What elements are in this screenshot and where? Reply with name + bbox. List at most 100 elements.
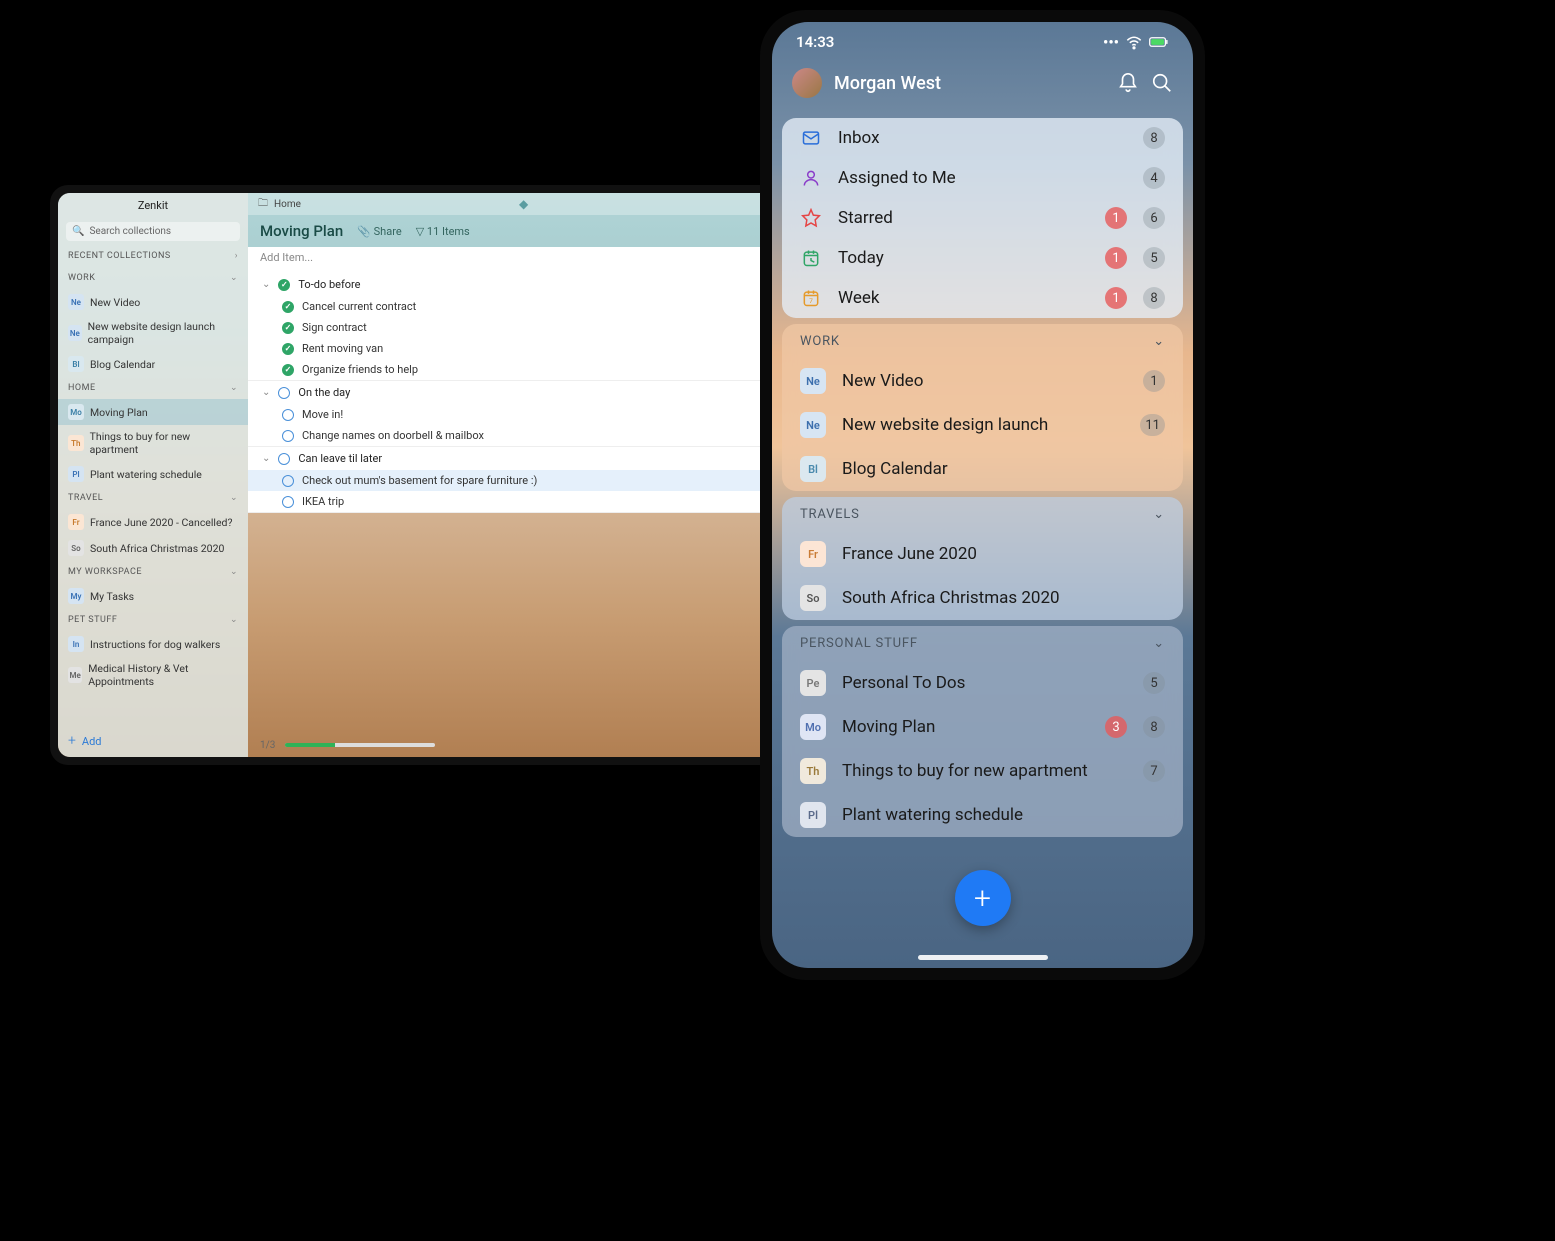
- search-icon[interactable]: [1151, 72, 1173, 94]
- wifi-icon: [1124, 32, 1144, 52]
- sidebar-item-label: New website design launch campaign: [88, 320, 238, 346]
- overdue-badge: 1: [1105, 207, 1127, 229]
- folder-icon: 🗀: [258, 196, 268, 213]
- phone-frame: 14:33 ••• Morgan West Inbox 8 Assigned t…: [760, 10, 1205, 980]
- overdue-badge: 1: [1105, 247, 1127, 269]
- list-item[interactable]: PlPlant watering schedule: [782, 793, 1183, 837]
- sidebar-item-label: Things to buy for new apartment: [90, 430, 238, 456]
- list-label: Blog Calendar: [842, 459, 1165, 479]
- sidebar-item-label: Medical History & Vet Appointments: [88, 662, 238, 688]
- avatar[interactable]: [792, 68, 822, 98]
- task-label: Change names on doorbell & mailbox: [302, 429, 484, 442]
- list-label: South Africa Christmas 2020: [842, 588, 1165, 608]
- section-work[interactable]: WORK⌄: [58, 267, 248, 289]
- collection-badge: Th: [68, 435, 84, 451]
- list-week[interactable]: 7 Week 1 8: [782, 278, 1183, 318]
- sidebar-item[interactable]: MeMedical History & Vet Appointments: [58, 657, 248, 693]
- section-pet[interactable]: PET STUFF⌄: [58, 609, 248, 631]
- work-section: WORK⌄ NeNew Video1 NeNew website design …: [782, 324, 1183, 491]
- sidebar-item-label: Moving Plan: [90, 406, 148, 419]
- checkbox-icon[interactable]: [278, 453, 290, 465]
- checkbox-done-icon[interactable]: [282, 343, 294, 355]
- collection-badge: Ne: [800, 368, 826, 394]
- search-input[interactable]: 🔍 Search collections: [66, 222, 240, 241]
- sidebar-item[interactable]: PlPlant watering schedule: [58, 461, 248, 487]
- sidebar-item[interactable]: Th Things to buy for new apartment: [58, 425, 248, 461]
- list-today[interactable]: Today 1 5: [782, 238, 1183, 278]
- list-item[interactable]: So South Africa Christmas 2020: [782, 576, 1183, 620]
- checkbox-done-icon[interactable]: [278, 279, 290, 291]
- section-recent[interactable]: RECENT COLLECTIONS›: [58, 245, 248, 267]
- collection-badge: Pl: [800, 802, 826, 828]
- sidebar-item[interactable]: Ne New website design launch campaign: [58, 315, 248, 351]
- collection-badge: Th: [800, 758, 826, 784]
- list-label: Assigned to Me: [838, 168, 1127, 188]
- mobile-app: 14:33 ••• Morgan West Inbox 8 Assigned t…: [772, 22, 1193, 968]
- section-home[interactable]: HOME⌄: [58, 377, 248, 399]
- add-collection-button[interactable]: +Add: [58, 725, 248, 757]
- search-icon: 🔍: [72, 226, 84, 237]
- section-travel[interactable]: TRAVEL⌄: [58, 487, 248, 509]
- filter-button[interactable]: ▽ 11 Items: [416, 225, 470, 238]
- collection-badge: So: [800, 585, 826, 611]
- task-label: Cancel current contract: [302, 300, 416, 313]
- collection-badge: In: [68, 636, 84, 652]
- count-badge: 8: [1143, 127, 1165, 149]
- task-label: Sign contract: [302, 321, 367, 334]
- section-header-travels[interactable]: TRAVELS⌄: [782, 497, 1183, 532]
- travels-section: TRAVELS⌄ FrFrance June 2020 So South Afri…: [782, 497, 1183, 620]
- checkbox-icon[interactable]: [282, 475, 294, 487]
- list-item[interactable]: FrFrance June 2020: [782, 532, 1183, 576]
- task-label: Organize friends to help: [302, 363, 418, 376]
- checkbox-icon[interactable]: [278, 387, 290, 399]
- list-inbox[interactable]: Inbox 8: [782, 118, 1183, 158]
- sidebar-item[interactable]: BlBlog Calendar: [58, 351, 248, 377]
- checkbox-icon[interactable]: [282, 409, 294, 421]
- sidebar-item-label: New Video: [90, 296, 140, 309]
- task-label: Move in!: [302, 408, 343, 421]
- list-item[interactable]: PePersonal To Dos5: [782, 661, 1183, 705]
- breadcrumb[interactable]: Home: [274, 199, 301, 210]
- calendar-week-icon: 7: [800, 287, 822, 309]
- list-label: Week: [838, 288, 1089, 308]
- count-badge: 8: [1143, 716, 1165, 738]
- task-label: IKEA trip: [302, 495, 344, 508]
- sidebar-item-label: France June 2020 - Cancelled?: [90, 516, 232, 529]
- sidebar-item[interactable]: MyMy Tasks: [58, 583, 248, 609]
- bell-icon[interactable]: [1117, 72, 1139, 94]
- status-bar: 14:33 •••: [772, 22, 1193, 62]
- checkbox-done-icon[interactable]: [282, 301, 294, 313]
- share-button[interactable]: 📎 Share: [357, 225, 401, 238]
- chevron-down-icon: ⌄: [1153, 507, 1165, 522]
- task-label: Check out mum's basement for spare furni…: [302, 474, 537, 487]
- sidebar-item[interactable]: InInstructions for dog walkers: [58, 631, 248, 657]
- svg-text:7: 7: [809, 297, 813, 305]
- checkbox-done-icon[interactable]: [282, 322, 294, 334]
- list-item[interactable]: MoMoving Plan38: [782, 705, 1183, 749]
- list-item[interactable]: BlBlog Calendar: [782, 447, 1183, 491]
- list-label: New Video: [842, 371, 1127, 391]
- sidebar-item[interactable]: NeNew Video: [58, 289, 248, 315]
- list-item[interactable]: ThThings to buy for new apartment7: [782, 749, 1183, 793]
- chevron-down-icon: ⌄: [1153, 334, 1165, 349]
- list-starred[interactable]: Starred 1 6: [782, 198, 1183, 238]
- chevron-down-icon: ⌄: [262, 387, 270, 398]
- checkbox-icon[interactable]: [282, 430, 294, 442]
- section-header-personal[interactable]: PERSONAL STUFF⌄: [782, 626, 1183, 661]
- add-fab-button[interactable]: +: [955, 870, 1011, 926]
- page-title: Moving Plan: [260, 222, 343, 240]
- list-assigned[interactable]: Assigned to Me 4: [782, 158, 1183, 198]
- sidebar-item[interactable]: SoSouth Africa Christmas 2020: [58, 535, 248, 561]
- collection-badge: Fr: [68, 514, 84, 530]
- sidebar-item-moving-plan[interactable]: MoMoving Plan: [58, 399, 248, 425]
- checkbox-icon[interactable]: [282, 496, 294, 508]
- sidebar-item-label: Plant watering schedule: [90, 468, 202, 481]
- list-item[interactable]: NeNew website design launch11: [782, 403, 1183, 447]
- list-item[interactable]: NeNew Video1: [782, 359, 1183, 403]
- collection-badge: Ne: [68, 325, 82, 341]
- section-workspace[interactable]: MY WORKSPACE⌄: [58, 561, 248, 583]
- sidebar-item[interactable]: Fr France June 2020 - Cancelled?: [58, 509, 248, 535]
- checkbox-done-icon[interactable]: [282, 364, 294, 376]
- chevron-down-icon: ⌄: [262, 453, 270, 464]
- section-header-work[interactable]: WORK⌄: [782, 324, 1183, 359]
